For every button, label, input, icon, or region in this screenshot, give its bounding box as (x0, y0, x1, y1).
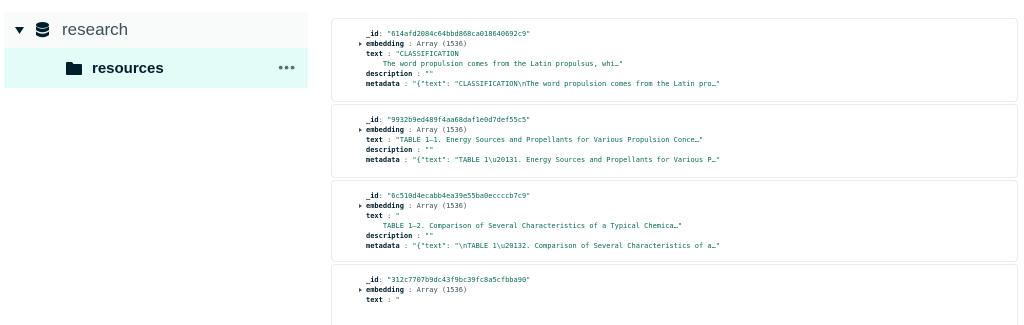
expand-icon[interactable] (359, 128, 362, 132)
field-embedding[interactable]: embedding : Array (1536) (359, 39, 720, 49)
field-text: text : "CLASSIFICATION (366, 50, 459, 58)
field-description: description : "" (366, 70, 434, 78)
folder-icon (66, 61, 82, 75)
more-options-icon[interactable]: ••• (278, 59, 296, 75)
field-metadata: metadata : "{"text": "CLASSIFICATION\nTh… (366, 80, 721, 88)
field-text: text : " (366, 212, 400, 220)
field-description: description : "" (366, 232, 434, 240)
database-name: research (62, 20, 129, 39)
field-text: text : " (366, 296, 400, 304)
field-text-continued: TABLE 1–2. Comparison of Several Charact… (366, 222, 683, 230)
collection-name: resources (92, 59, 164, 77)
sidebar: research resources ••• (0, 0, 310, 321)
sidebar-item-database[interactable]: research (4, 12, 308, 48)
document-card[interactable]: _id: "6c510d4ecabb4ea39e55ba0eccccb7c9" … (331, 180, 1018, 262)
field-text: text : "TABLE 1–1. Energy Sources and Pr… (366, 136, 704, 144)
field-embedding[interactable]: embedding : Array (1536) (359, 201, 720, 211)
field-metadata: metadata : "{"text": "\nTABLE 1\u20132. … (366, 242, 721, 250)
field-id: _id: "312c7707b9dc43f9bc39fc8a5cfbba90" (366, 276, 531, 284)
document-card[interactable]: _id: "614afd2084c64bbd868ca018640692c9" … (331, 18, 1018, 102)
document-card[interactable]: _id: "9932b9ed489f4aa68daf1e0d7def55c5" … (331, 104, 1018, 178)
field-metadata: metadata : "{"text": "TABLE 1\u20131. En… (366, 156, 721, 164)
field-embedding[interactable]: embedding : Array (1536) (359, 125, 720, 135)
field-text-continued: The word propulsion comes from the Latin… (366, 60, 624, 68)
caret-down-icon[interactable] (14, 25, 24, 35)
sidebar-item-collection[interactable]: resources ••• (4, 48, 308, 88)
field-id: _id: "9932b9ed489f4aa68daf1e0d7def55c5" (366, 116, 531, 124)
field-id: _id: "614afd2084c64bbd868ca018640692c9" (366, 30, 531, 38)
expand-icon[interactable] (359, 288, 362, 292)
expand-icon[interactable] (359, 42, 362, 46)
document-card[interactable]: _id: "312c7707b9dc43f9bc39fc8a5cfbba90" … (331, 264, 1018, 325)
database-icon (36, 22, 50, 38)
field-embedding[interactable]: embedding : Array (1536) (359, 285, 530, 295)
field-id: _id: "6c510d4ecabb4ea39e55ba0eccccb7c9" (366, 192, 531, 200)
field-description: description : "" (366, 146, 434, 154)
expand-icon[interactable] (359, 204, 362, 208)
